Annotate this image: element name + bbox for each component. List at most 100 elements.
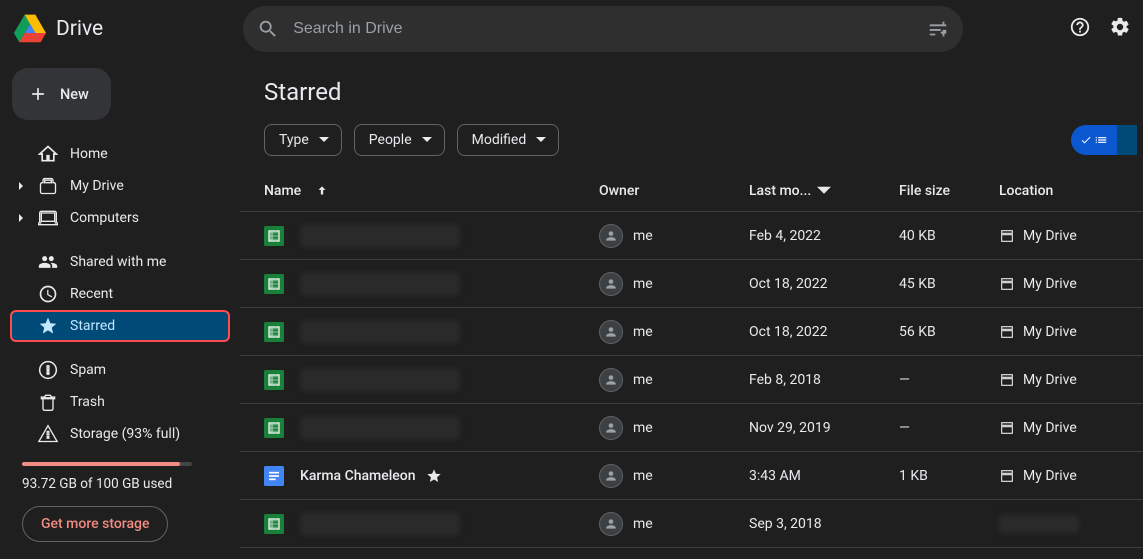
location-cell[interactable]: My Drive [999,468,1119,484]
sidebar-item-label: My Drive [70,178,124,194]
table-row[interactable]: Karma Chameleon me3:43 AM1 KBMy Drive [240,452,1143,500]
location-icon [999,468,1015,484]
owner-avatar [599,512,623,536]
sheets-file-icon [264,418,284,438]
owner-text: me [633,228,653,244]
search-icon [257,18,279,40]
filter-modified[interactable]: Modified [457,124,560,156]
recent-icon [38,284,58,304]
location-icon [999,372,1015,388]
chevron-down-icon [319,135,329,145]
location-redacted [999,515,1079,533]
lastmod-text: Nov 29, 2019 [749,420,899,436]
table-row[interactable]: meOct 18, 202256 KBMy Drive [240,308,1143,356]
location-cell[interactable]: My Drive [999,228,1119,244]
gear-icon [1109,16,1131,38]
sidebar-item-label: Computers [70,210,139,226]
spam-icon [38,360,58,380]
view-grid-button[interactable] [1117,125,1137,155]
owner-text: me [633,276,653,292]
owner-avatar [599,416,623,440]
column-owner[interactable]: Owner [599,183,749,199]
file-name-redacted [300,369,460,391]
sidebar-item-spam[interactable]: Spam [10,354,230,386]
column-label: Owner [599,183,639,199]
home-icon [38,144,58,164]
expand-icon[interactable] [17,214,25,222]
file-name-redacted [300,321,460,343]
location-cell[interactable] [999,515,1119,533]
column-filesize[interactable]: File size [899,183,999,199]
sidebar-item-trash[interactable]: Trash [10,386,230,418]
sidebar-item-shared[interactable]: Shared with me [10,246,230,278]
sidebar-item-storage[interactable]: Storage (93% full) [10,418,230,450]
filter-label: People [369,132,412,148]
sidebar-item-label: Trash [70,394,105,410]
location-text: My Drive [1023,372,1077,388]
expand-icon[interactable] [17,182,25,190]
location-cell[interactable]: My Drive [999,420,1119,436]
owner-avatar [599,320,623,344]
column-location[interactable]: Location [999,183,1119,199]
sheets-file-icon [264,514,284,534]
location-cell[interactable]: My Drive [999,372,1119,388]
location-icon [999,276,1015,292]
chevron-down-icon [817,184,831,198]
sidebar-item-label: Home [70,146,108,162]
settings-button[interactable] [1109,16,1131,42]
sidebar-item-home[interactable]: Home [10,138,230,170]
new-button-label: New [60,86,89,103]
sidebar-item-label: Starred [70,318,115,334]
column-label: Name [264,183,301,199]
filesize-text: 56 KB [899,324,999,340]
file-name-redacted [300,417,460,439]
owner-avatar [599,464,623,488]
owner-avatar [599,368,623,392]
owner-avatar [599,224,623,248]
table-row[interactable]: meFeb 8, 2018—My Drive [240,356,1143,404]
lastmod-text: Feb 4, 2022 [749,228,899,244]
owner-text: me [633,468,653,484]
sidebar-item-computers[interactable]: Computers [10,202,230,234]
table-row[interactable]: meSep 3, 2018 [240,500,1143,548]
sidebar-item-starred[interactable]: Starred [10,310,230,342]
location-cell[interactable]: My Drive [999,276,1119,292]
filter-type[interactable]: Type [264,124,342,156]
shared-icon [38,252,58,272]
drive-icon [38,176,58,196]
sidebar-item-my-drive[interactable]: My Drive [10,170,230,202]
get-storage-button[interactable]: Get more storage [22,506,168,542]
search-input[interactable] [293,20,913,38]
location-icon [999,324,1015,340]
filter-toolbar: Type People Modified [240,124,1143,170]
sheets-file-icon [264,274,284,294]
file-name-redacted [300,225,460,247]
brand[interactable]: Drive [14,13,103,45]
storage-warning-icon [38,424,58,444]
column-label: File size [899,183,950,199]
tune-icon [927,18,949,40]
sidebar: New Home My Drive Computers [0,58,240,559]
column-name[interactable]: Name [264,183,599,199]
table-row[interactable]: meNov 29, 2019—My Drive [240,404,1143,452]
table-row[interactable]: meOct 18, 202245 KBMy Drive [240,260,1143,308]
help-button[interactable] [1069,16,1091,42]
sidebar-item-label: Shared with me [70,254,166,270]
new-button[interactable]: New [12,68,111,120]
filesize-text: — [899,372,999,388]
storage-bar [22,462,192,466]
plus-icon [28,84,48,104]
table-header: Name Owner Last mo... File size Location [240,170,1143,212]
sidebar-item-recent[interactable]: Recent [10,278,230,310]
search-bar[interactable] [243,6,963,52]
table-row[interactable]: meFeb 4, 202240 KBMy Drive [240,212,1143,260]
sort-asc-icon [315,184,329,198]
column-lastmod[interactable]: Last mo... [749,183,899,199]
file-table: Name Owner Last mo... File size Location… [240,170,1143,548]
drive-logo-icon [14,13,46,45]
filter-label: Modified [472,132,527,148]
location-cell[interactable]: My Drive [999,324,1119,340]
view-list-button[interactable] [1071,125,1117,155]
search-options-button[interactable] [927,18,949,40]
filter-people[interactable]: People [354,124,445,156]
